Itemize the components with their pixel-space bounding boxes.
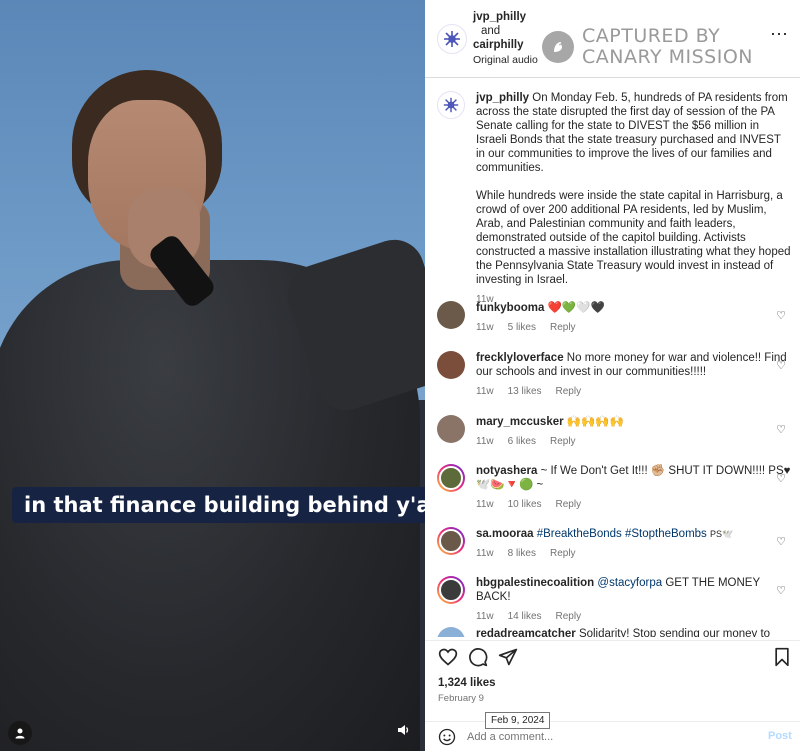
comment-bar: Post: [425, 721, 800, 751]
comment-likes[interactable]: 13 likes: [508, 386, 542, 397]
comment-likes[interactable]: 14 likes: [508, 611, 542, 622]
reply-button[interactable]: Reply: [556, 386, 582, 397]
jvp-logo-icon: [444, 31, 460, 47]
speaker-icon[interactable]: [396, 723, 410, 742]
reply-button[interactable]: Reply: [550, 436, 576, 447]
reply-button[interactable]: Reply: [556, 499, 582, 510]
comment-text: PS🕊️: [710, 529, 734, 539]
comment-item: funkybooma ❤️💚🤍🖤 11w 5 likes Reply ♡: [437, 301, 792, 335]
video-caption: in that finance building behind y'all: [12, 487, 425, 523]
heart-icon[interactable]: ♡: [776, 472, 786, 485]
avatar[interactable]: [437, 576, 465, 604]
comment-time[interactable]: 11w: [476, 611, 494, 622]
watermark-line2: CANARY MISSION: [582, 46, 753, 68]
header-user-jvp[interactable]: jvp_philly: [473, 11, 526, 23]
comment-username[interactable]: mary_mccusker: [476, 416, 564, 428]
comment-icon[interactable]: [468, 647, 488, 673]
comment-item: mary_mccusker 🙌🙌🙌🙌 11w 6 likes Reply ♡: [437, 415, 792, 449]
comment-text: ❤️💚🤍🖤: [547, 302, 605, 314]
watermark-line1: CAPTURED BY: [582, 25, 721, 47]
heart-icon[interactable]: ♡: [776, 359, 786, 372]
comment-item: sa.mooraa #BreaktheBonds #StoptheBombs P…: [437, 527, 792, 561]
avatar[interactable]: [437, 301, 465, 329]
heart-icon[interactable]: ♡: [776, 309, 786, 322]
caption-text-2: While hundreds were inside the state cap…: [476, 190, 791, 286]
likes-count[interactable]: 1,324 likes: [438, 677, 496, 689]
jvp-caption-avatar[interactable]: [437, 91, 465, 119]
watermark: CAPTURED BY CANARY MISSION: [582, 26, 753, 68]
header-and: and: [481, 25, 501, 37]
comment-username[interactable]: hbgpalestinecoalition: [476, 577, 594, 589]
caption-text-1: On Monday Feb. 5, hundreds of PA residen…: [476, 92, 788, 174]
comment-hashtags[interactable]: #BreaktheBonds #StoptheBombs: [537, 528, 707, 540]
comment-time[interactable]: 11w: [476, 322, 494, 333]
heart-icon[interactable]: ♡: [776, 535, 786, 548]
comment-time[interactable]: 11w: [476, 386, 494, 397]
smiley-icon[interactable]: [438, 728, 456, 750]
post-panel: jvp_philly and cairphilly Original audio…: [425, 0, 800, 751]
comment-time[interactable]: 11w: [476, 499, 494, 510]
post-date[interactable]: February 9: [438, 693, 484, 704]
jvp-avatar[interactable]: [437, 24, 467, 54]
comment-text: Solidarity! Stop sending our money to: [578, 628, 771, 637]
comment-likes[interactable]: 6 likes: [508, 436, 536, 447]
reply-button[interactable]: Reply: [550, 322, 576, 333]
add-comment-input[interactable]: [467, 728, 747, 746]
reel-video[interactable]: in that finance building behind y'all: [0, 0, 425, 751]
date-tooltip: Feb 9, 2024: [485, 712, 551, 729]
avatar[interactable]: [437, 351, 465, 379]
comment-time[interactable]: 11w: [476, 436, 494, 447]
comment-item: hbgpalestinecoalition @stacyforpa GET TH…: [437, 576, 792, 624]
comment-item: notyashera ~ If We Don't Get It!!! ✊🏼 SH…: [437, 464, 792, 512]
jvp-logo-icon: [443, 97, 459, 113]
original-audio-link[interactable]: Original audio: [473, 53, 538, 67]
comment-likes[interactable]: 8 likes: [508, 548, 536, 559]
comment-likes[interactable]: 10 likes: [508, 499, 542, 510]
comment-text: 🙌🙌🙌🙌: [566, 416, 625, 428]
comment-username[interactable]: funkybooma: [476, 302, 544, 314]
bookmark-icon[interactable]: [773, 647, 791, 673]
comment-item: frecklyloverface No more money for war a…: [437, 351, 792, 399]
reply-button[interactable]: Reply: [556, 611, 582, 622]
caption-username[interactable]: jvp_philly: [476, 92, 529, 104]
comment-mention[interactable]: @stacyforpa: [597, 577, 662, 589]
heart-icon[interactable]: [438, 647, 458, 673]
heart-icon[interactable]: ♡: [776, 584, 786, 597]
comment-username[interactable]: sa.mooraa: [476, 528, 534, 540]
comment-likes[interactable]: 5 likes: [508, 322, 536, 333]
reply-button[interactable]: Reply: [550, 548, 576, 559]
post-comment-button[interactable]: Post: [768, 730, 792, 742]
comment-time[interactable]: 11w: [476, 548, 494, 559]
comment-username[interactable]: frecklyloverface: [476, 352, 564, 364]
comment-item: redadreamcatcher Solidarity! Stop sendin…: [437, 627, 792, 637]
avatar[interactable]: [437, 464, 465, 492]
canary-logo-icon: [542, 31, 574, 63]
avatar[interactable]: [437, 415, 465, 443]
avatar[interactable]: [437, 527, 465, 555]
more-options-icon[interactable]: ⋯: [770, 24, 789, 45]
comment-username[interactable]: redadreamcatcher: [476, 628, 576, 637]
post-actions: 1,324 likes February 9 Post Feb 9, 2024: [425, 640, 800, 750]
avatar[interactable]: [437, 627, 465, 637]
header-usernames: jvp_philly and cairphilly Original audio: [473, 10, 538, 67]
comment-username[interactable]: notyashera: [476, 465, 537, 477]
share-icon[interactable]: [498, 647, 518, 673]
header-user-cair[interactable]: cairphilly: [473, 39, 524, 51]
post-header: jvp_philly and cairphilly Original audio…: [425, 0, 800, 78]
comments-scroll-area[interactable]: jvp_philly On Monday Feb. 5, hundreds of…: [425, 79, 800, 637]
heart-icon[interactable]: ♡: [776, 423, 786, 436]
post-caption: jvp_philly On Monday Feb. 5, hundreds of…: [437, 91, 792, 307]
person-icon[interactable]: [8, 721, 32, 745]
